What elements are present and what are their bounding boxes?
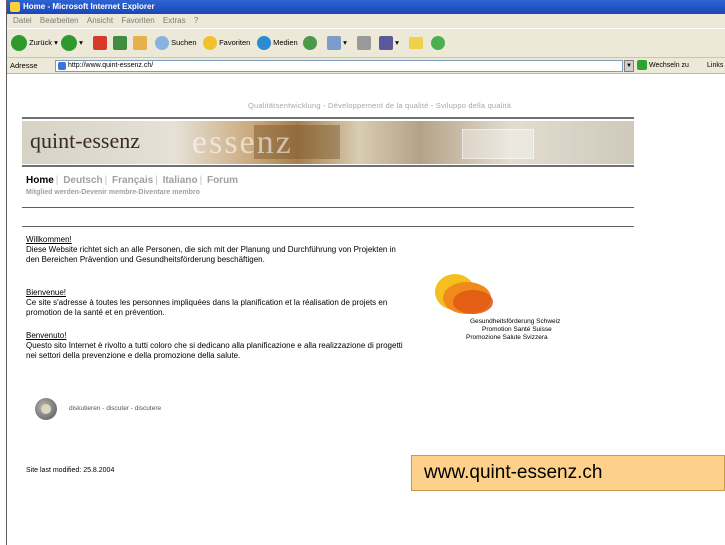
title-bar: Home - Microsoft Internet Explorer xyxy=(7,0,725,14)
star-icon xyxy=(203,36,217,51)
divider-banner xyxy=(22,165,634,167)
address-input[interactable]: http://www.quint-essenz.ch/ xyxy=(55,60,623,72)
welcome-french: Bienvenue! Ce site s'adresse à toutes le… xyxy=(26,288,411,318)
banner-photo-2 xyxy=(462,129,534,159)
refresh-button[interactable] xyxy=(113,33,127,53)
menu-item-favoriten[interactable]: Favoriten xyxy=(121,16,154,25)
folder-button[interactable] xyxy=(409,33,423,53)
ie-icon xyxy=(10,2,20,12)
links-button[interactable]: Links xyxy=(707,60,723,72)
last-modified: Site last modified: 25.8.2004 xyxy=(26,467,115,474)
back-arrow-icon xyxy=(11,35,27,52)
favorites-label: Favoriten xyxy=(219,38,251,47)
mail-button[interactable]: ▾ xyxy=(327,33,347,53)
messenger-button[interactable] xyxy=(431,33,445,53)
welcome-italian: Benvenuto! Questo sito Internet è rivolt… xyxy=(26,331,411,361)
welcome-german-text: Diese Website richtet sich an alle Perso… xyxy=(26,245,396,264)
welcome-french-text: Ce site s'adresse à toutes les personnes… xyxy=(26,298,388,317)
search-label: Suchen xyxy=(171,38,197,47)
mail-icon xyxy=(327,36,341,51)
media-icon xyxy=(257,36,271,51)
nav-deutsch[interactable]: Deutsch xyxy=(63,175,102,186)
menu-item-ansicht[interactable]: Ansicht xyxy=(87,16,113,25)
address-label: Adresse xyxy=(10,61,38,70)
site-logo: quint-essenz xyxy=(30,128,140,153)
partner-logo-mark xyxy=(435,274,493,314)
messenger-icon xyxy=(431,36,445,51)
tagline: Qualitätsentwicklung - Développement de … xyxy=(248,101,512,110)
address-dropdown-button[interactable]: ▼ xyxy=(624,60,634,72)
back-label: Zurück xyxy=(29,38,53,47)
discussion-label: diskutieren - discuter - discutere xyxy=(69,405,162,412)
print-button[interactable] xyxy=(357,33,371,53)
media-button[interactable]: Medien xyxy=(257,33,298,53)
home-icon xyxy=(133,36,147,51)
edit-button[interactable]: ▾ xyxy=(379,33,399,53)
toolbar: Zurück ▾ ▾ Suchen Favoriten Medien ▾ ▾ xyxy=(7,28,725,58)
welcome-german: Willkommen! Diese Website richtet sich a… xyxy=(26,235,411,265)
menu-item-extras[interactable]: Extras xyxy=(163,16,186,25)
forward-button[interactable]: ▾ xyxy=(61,33,83,53)
page-icon xyxy=(58,62,66,70)
banner-ghost-text: essenz xyxy=(192,124,293,161)
history-button[interactable] xyxy=(303,33,317,53)
partner-logo[interactable]: Gesundheitsförderung Schweiz Promotion S… xyxy=(420,262,610,352)
favorites-button[interactable]: Favoriten xyxy=(203,33,250,53)
refresh-icon xyxy=(113,36,127,51)
main-nav: Home | Deutsch | Français | Italiano | Forum xyxy=(26,175,239,186)
discussion-icon xyxy=(35,398,57,420)
nav-italiano[interactable]: Italiano xyxy=(163,175,198,186)
search-button[interactable]: Suchen xyxy=(155,33,197,53)
nav-home[interactable]: Home xyxy=(26,175,54,186)
go-arrow-icon xyxy=(637,60,647,71)
media-label: Medien xyxy=(273,38,298,47)
home-button[interactable] xyxy=(133,33,147,53)
edit-icon xyxy=(379,36,393,51)
menu-bar: Datei Bearbeiten Ansicht Favoriten Extra… xyxy=(7,14,725,28)
nav-forum[interactable]: Forum xyxy=(207,175,238,186)
history-icon xyxy=(303,36,317,51)
menu-item-bearbeiten[interactable]: Bearbeiten xyxy=(40,16,79,25)
address-bar: Adresse http://www.quint-essenz.ch/ ▼ We… xyxy=(7,58,725,74)
welcome-italian-heading: Benvenuto! xyxy=(26,331,67,340)
site-banner[interactable]: essenz quint-essenz xyxy=(22,121,634,164)
folder-icon xyxy=(409,37,423,50)
url-caption: www.quint-essenz.ch xyxy=(411,455,725,491)
partner-line-3: Promozione Salute Svizzera xyxy=(466,334,548,341)
stop-button[interactable] xyxy=(93,33,107,53)
partner-line-2: Promotion Santé Suisse xyxy=(482,326,552,333)
divider-content xyxy=(22,226,634,227)
search-icon xyxy=(155,36,169,51)
window-title: Home - Microsoft Internet Explorer xyxy=(23,2,155,11)
forward-arrow-icon xyxy=(61,35,77,52)
print-icon xyxy=(357,36,371,51)
go-button[interactable]: Wechseln zu xyxy=(637,60,689,72)
back-button[interactable]: Zurück ▾ xyxy=(11,33,58,53)
welcome-italian-text: Questo sito Internet è rivolto a tutti c… xyxy=(26,341,403,360)
menu-item-datei[interactable]: Datei xyxy=(13,16,32,25)
nav-francais[interactable]: Français xyxy=(112,175,153,186)
membership-link[interactable]: Mitglied werden-Devenir membre-Diventare… xyxy=(26,189,200,196)
menu-item-help[interactable]: ? xyxy=(194,16,198,25)
stop-icon xyxy=(93,36,107,51)
divider-nav xyxy=(22,207,634,208)
welcome-french-heading: Bienvenue! xyxy=(26,288,67,297)
partner-line-1: Gesundheitsförderung Schweiz xyxy=(470,318,561,325)
divider-top xyxy=(22,117,634,119)
go-label: Wechseln zu xyxy=(649,62,689,69)
welcome-german-heading: Willkommen! xyxy=(26,235,72,244)
address-url: http://www.quint-essenz.ch/ xyxy=(68,62,154,69)
